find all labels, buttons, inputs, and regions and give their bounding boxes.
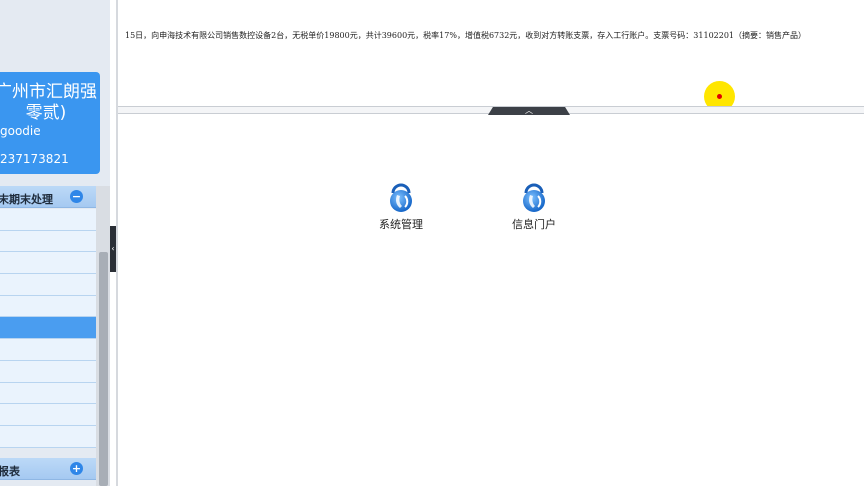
key-lock-icon [523, 183, 545, 212]
phone-number: 237173821 [0, 152, 69, 166]
shortcut-label: 信息门户 [512, 218, 556, 231]
menu-header-label: 报表 [0, 465, 20, 478]
company-card: 广州市汇朗强零贰) goodie 237173821 [0, 72, 100, 174]
menu-item-active[interactable] [0, 317, 96, 340]
info-portal-shortcut[interactable]: 信息门户 [499, 180, 569, 232]
menu-item[interactable] [0, 382, 96, 405]
expand-icon[interactable]: + [70, 462, 83, 475]
collapse-panel-button[interactable]: ︿ [488, 107, 570, 115]
user-name: goodie [0, 124, 41, 138]
sidebar-scroll-thumb[interactable] [99, 252, 108, 486]
menu-item[interactable] [0, 230, 96, 253]
menu-item[interactable] [0, 425, 96, 448]
menu-item[interactable] [0, 274, 96, 296]
menu-item[interactable] [0, 295, 96, 318]
menu-item[interactable] [0, 252, 96, 275]
menu-list [0, 209, 96, 448]
collapse-icon[interactable]: − [70, 190, 83, 203]
shortcut-label: 系统管理 [379, 218, 423, 231]
task-description-text: 15日，向申海技术有限公司销售数控设备2台，无税单价19800元，共计39600… [125, 31, 807, 40]
menu-header-label: 末期末处理 [0, 193, 53, 206]
left-sidebar: 广州市汇朗强零贰) goodie 237173821 末期末处理 − 报表 + [0, 0, 110, 486]
menu-item[interactable] [0, 339, 96, 361]
menu-header-period-end[interactable]: 末期末处理 − [0, 186, 96, 208]
menu-item[interactable] [0, 360, 96, 383]
key-lock-icon [390, 183, 412, 212]
menu-header-reports[interactable]: 报表 + [0, 458, 96, 480]
company-name: 广州市汇朗强零贰) [0, 82, 97, 123]
menu-item[interactable] [0, 404, 96, 426]
task-description-panel: 15日，向申海技术有限公司销售数控设备2台，无税单价19800元，共计39600… [118, 0, 864, 106]
menu-item[interactable] [0, 209, 96, 231]
system-management-shortcut[interactable]: 系统管理 [366, 180, 436, 232]
